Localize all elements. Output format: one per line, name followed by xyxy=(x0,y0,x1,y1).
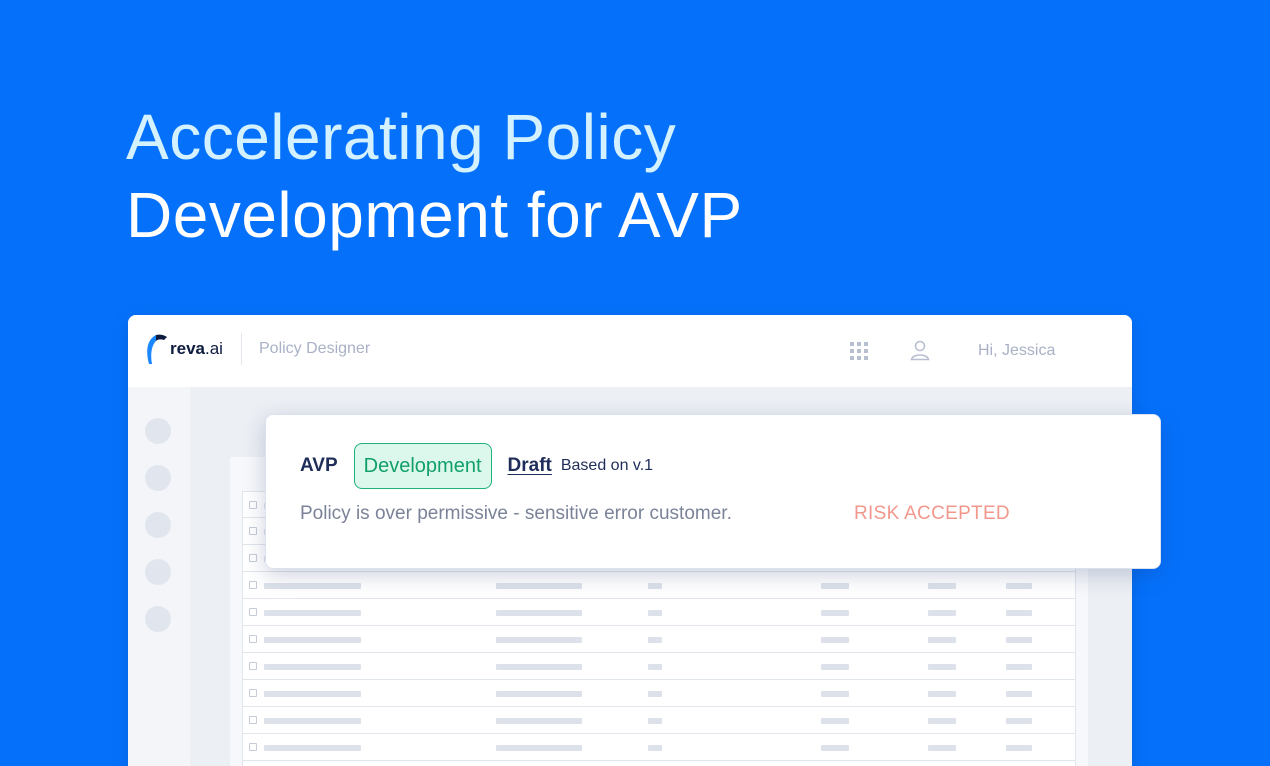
hero-title-line-1: Accelerating Policy xyxy=(126,101,677,173)
table-row[interactable] xyxy=(242,572,1076,599)
table-row[interactable] xyxy=(242,626,1076,653)
logo-suffix: .ai xyxy=(204,339,223,358)
risk-status[interactable]: RISK ACCEPTED xyxy=(854,503,1010,525)
policy-details-card: AVP Development Draft Based on v.1 Polic… xyxy=(265,414,1161,569)
sidebar-nav-item[interactable] xyxy=(145,418,171,444)
policy-tags: AVP Development Draft Based on v.1 xyxy=(300,443,653,489)
table-row[interactable] xyxy=(242,761,1076,766)
row-checkbox[interactable] xyxy=(249,662,257,670)
logo-brand: reva xyxy=(170,339,205,358)
policy-warning-message: Policy is over permissive - sensitive er… xyxy=(300,503,732,524)
environment-badge[interactable]: Development xyxy=(353,443,492,489)
app-name: Policy Designer xyxy=(259,340,371,357)
sidebar-nav-item[interactable] xyxy=(145,559,171,585)
row-checkbox[interactable] xyxy=(249,689,257,697)
app-logo[interactable]: reva.ai xyxy=(144,331,223,367)
sidebar xyxy=(128,387,190,766)
app-topbar: reva.ai Policy Designer Hi, Jessica xyxy=(128,315,1132,387)
sidebar-nav-item[interactable] xyxy=(145,465,171,491)
row-checkbox[interactable] xyxy=(249,635,257,643)
row-checkbox[interactable] xyxy=(249,581,257,589)
table-row[interactable] xyxy=(242,653,1076,680)
row-checkbox[interactable] xyxy=(249,501,257,509)
row-checkbox[interactable] xyxy=(249,527,257,535)
platform-label: AVP xyxy=(300,455,338,476)
topbar-divider xyxy=(241,333,242,365)
sidebar-nav-item[interactable] xyxy=(145,512,171,538)
row-checkbox[interactable] xyxy=(249,608,257,616)
row-checkbox[interactable] xyxy=(249,716,257,724)
table-row[interactable] xyxy=(242,734,1076,761)
status-link[interactable]: Draft xyxy=(508,455,552,477)
hero-title: Accelerating Policy Development for AVP xyxy=(126,98,743,254)
sidebar-nav-item[interactable] xyxy=(145,606,171,632)
row-checkbox[interactable] xyxy=(249,554,257,562)
grid-icon[interactable] xyxy=(850,342,868,360)
row-checkbox[interactable] xyxy=(249,743,257,751)
table-row[interactable] xyxy=(242,680,1076,707)
hero-title-line-2: Development for AVP xyxy=(126,179,743,251)
logo-text: reva.ai xyxy=(170,339,223,359)
user-greeting[interactable]: Hi, Jessica xyxy=(978,342,1055,360)
version-label: Based on v.1 xyxy=(560,457,654,474)
table-row[interactable] xyxy=(242,707,1076,734)
user-icon[interactable] xyxy=(909,339,931,361)
reva-logo-icon xyxy=(147,334,167,364)
table-row[interactable] xyxy=(242,599,1076,626)
